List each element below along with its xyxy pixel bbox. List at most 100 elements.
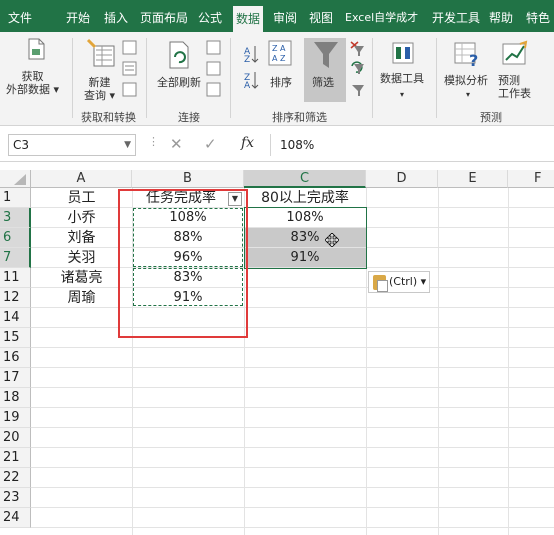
svg-text:Z A: Z A [272, 44, 286, 53]
row-header-22[interactable]: 22 [0, 468, 31, 488]
row-header-19[interactable]: 19 [0, 408, 31, 428]
more-icon: ⋮ [148, 135, 159, 148]
row-gridline [31, 407, 554, 408]
connection-options-icon[interactable] [206, 40, 222, 100]
row-gridline [31, 427, 554, 428]
row-header-17[interactable]: 17 [0, 368, 31, 388]
new-query-icon [86, 38, 115, 67]
cell-a12[interactable]: 周瑜 [31, 288, 132, 308]
formula-bar: C3 ▼ ⋮ ✕ ✓ fx 108% [0, 126, 554, 162]
row-header-23[interactable]: 23 [0, 488, 31, 508]
row-gridline [31, 527, 554, 528]
column-header-a[interactable]: A [31, 170, 132, 188]
new-query-label: 新建 查询 ▾ [84, 76, 116, 102]
row-gridline [31, 507, 554, 508]
ribbon-data: 获取 外部数据 ▾ 新建 查询 ▾ 获取和转换 全部刷新 连接 AZ ZA Z … [0, 32, 554, 126]
name-box-value: C3 [13, 138, 30, 152]
group-connections-label: 连接 [178, 111, 200, 124]
chevron-down-icon: ▾ [466, 90, 471, 99]
enter-icon[interactable]: ✓ [204, 135, 217, 153]
column-header-d[interactable]: D [366, 170, 438, 188]
row-header-11[interactable]: 11 [0, 268, 31, 288]
filter-options-icon[interactable] [350, 40, 366, 100]
svg-text:Z: Z [244, 55, 250, 65]
highlight-rectangle [118, 189, 248, 338]
tab-home[interactable]: 开始 [66, 8, 90, 28]
row-gridline [31, 447, 554, 448]
formula-input[interactable]: 108% [280, 138, 314, 152]
tab-help[interactable]: 帮助 [489, 8, 513, 28]
sort-label: 排序 [270, 76, 292, 89]
row-header-1[interactable]: 1 [0, 188, 31, 208]
sort-dialog-icon: Z AA Z [268, 40, 292, 66]
tab-data[interactable]: 数据 [233, 6, 264, 32]
tab-review[interactable]: 审阅 [273, 8, 297, 28]
forecast-icon [502, 40, 528, 65]
column-header-b[interactable]: B [132, 170, 244, 188]
row-gridline [31, 327, 554, 328]
data-tools-icon [392, 42, 414, 64]
group-get-transform-label: 获取和转换 [81, 111, 136, 124]
row-header-6[interactable]: 6 [0, 228, 31, 248]
worksheet-grid[interactable]: A B C D E F 1 3 6 7 11 12 14 15 16 17 18 19 20 21 22 23… [0, 162, 554, 535]
tab-developer[interactable]: 开发工具 [432, 8, 480, 28]
refresh-all-label: 全部刷新 [157, 76, 201, 89]
row-header-7[interactable]: 7 [0, 248, 31, 268]
cell-a3[interactable]: 小乔 [31, 208, 132, 228]
row-header-14[interactable]: 14 [0, 308, 31, 328]
group-forecast-label: 预测 [480, 111, 502, 124]
refresh-icon [169, 41, 189, 69]
tab-insert[interactable]: 插入 [104, 8, 128, 28]
query-options-icon[interactable] [122, 40, 138, 100]
row-header-20[interactable]: 20 [0, 428, 31, 448]
row-gridline [31, 367, 554, 368]
forecast-sheet-label: 预测 工作表 [498, 74, 531, 100]
row-gridline [31, 387, 554, 388]
cell-a6[interactable]: 刘备 [31, 228, 132, 248]
row-header-3[interactable]: 3 [0, 208, 31, 228]
tab-special[interactable]: 特色 [526, 8, 550, 28]
chevron-down-icon: ▾ [400, 90, 405, 99]
cell-a7[interactable]: 关羽 [31, 248, 132, 268]
get-external-data-label: 获取 外部数据 ▾ [6, 70, 60, 96]
cancel-icon[interactable]: ✕ [170, 135, 183, 153]
column-header-f[interactable]: F [508, 170, 554, 188]
row-header-21[interactable]: 21 [0, 448, 31, 468]
tab-page-layout[interactable]: 页面布局 [140, 8, 188, 28]
tab-excel-self-study[interactable]: Excel自学成才 [345, 8, 418, 28]
cell-c1[interactable]: 80以上完成率 [244, 188, 366, 208]
row-gridline [31, 467, 554, 468]
clipboard-icon [373, 275, 388, 292]
name-box[interactable]: C3 ▼ [8, 134, 136, 156]
tab-view[interactable]: 视图 [309, 8, 333, 28]
row-header-18[interactable]: 18 [0, 388, 31, 408]
selection-border-c3-c7 [244, 207, 367, 269]
row-header-24[interactable]: 24 [0, 508, 31, 528]
paste-options-button[interactable]: (Ctrl) ▾ [368, 271, 430, 293]
tab-file[interactable]: 文件 [8, 8, 32, 28]
tab-formulas[interactable]: 公式 [198, 8, 222, 28]
sort-az-icon[interactable]: AZ ZA [242, 42, 262, 92]
group-sort-filter-label: 排序和筛选 [272, 111, 327, 124]
cell-a11[interactable]: 诸葛亮 [31, 268, 132, 288]
chevron-down-icon[interactable]: ▼ [124, 135, 131, 155]
ribbon-tab-bar: 文件 开始 插入 页面布局 公式 数据 审阅 视图 Excel自学成才 开发工具… [0, 0, 554, 32]
row-gridline [31, 487, 554, 488]
data-tools-label: 数据工具 [380, 72, 424, 85]
filter-button[interactable]: 筛选 [304, 38, 346, 102]
row-gridline [31, 347, 554, 348]
filter-label: 筛选 [312, 76, 334, 89]
svg-text:A: A [244, 81, 251, 91]
what-if-label: 模拟分析 [444, 74, 488, 87]
row-header-15[interactable]: 15 [0, 328, 31, 348]
row-header-12[interactable]: 12 [0, 288, 31, 308]
filter-icon [314, 42, 338, 68]
paste-options-label: (Ctrl) ▾ [389, 275, 427, 288]
svg-text:?: ? [469, 51, 478, 68]
column-header-c[interactable]: C [244, 170, 366, 188]
insert-function-icon[interactable]: fx [241, 135, 254, 151]
cell-a1[interactable]: 员工 [31, 188, 132, 208]
column-header-e[interactable]: E [438, 170, 508, 188]
select-all-corner[interactable] [0, 170, 31, 188]
row-header-16[interactable]: 16 [0, 348, 31, 368]
